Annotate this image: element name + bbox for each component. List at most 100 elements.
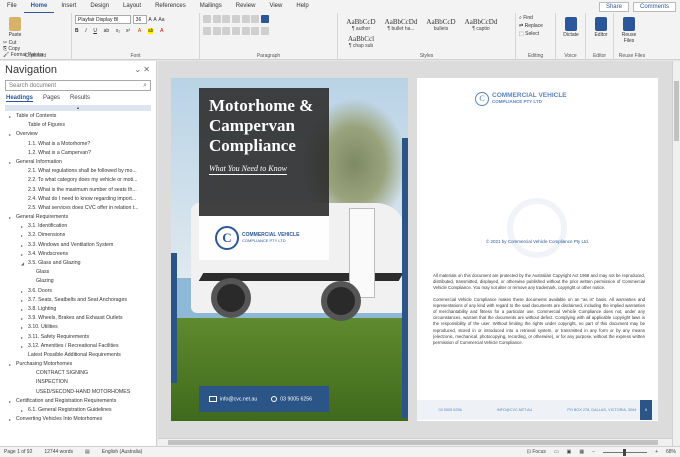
tree-item[interactable]: ▸ 3.10. Utilities: [0, 323, 156, 332]
bullets-icon[interactable]: [203, 15, 211, 23]
tree-item[interactable]: 1.1. What is a Motorhome?: [0, 140, 156, 149]
justify-icon[interactable]: [232, 27, 241, 35]
search-input[interactable]: Search document ⌕: [5, 80, 151, 91]
tree-item[interactable]: 2.4. What do I need to know regarding im…: [0, 195, 156, 204]
editor-button[interactable]: Editor: [589, 15, 613, 38]
decrease-indent-icon[interactable]: [232, 15, 241, 23]
tree-item[interactable]: 2.2. To what category does my vehicle or…: [0, 176, 156, 185]
show-marks-icon[interactable]: [261, 15, 270, 23]
menu-tab-file[interactable]: File: [0, 0, 24, 13]
tree-item[interactable]: ▸ 3.11. Safety Requirements: [0, 333, 156, 342]
style-item[interactable]: AaBbCcDd ¶ bullet ha...: [381, 18, 421, 32]
zoom-level[interactable]: 68%: [666, 449, 676, 455]
tree-item[interactable]: CONTRACT SIGNING: [0, 369, 156, 378]
word-count[interactable]: 12744 words: [44, 449, 73, 455]
tree-item[interactable]: Table of Figures: [0, 121, 156, 130]
tree-item[interactable]: Glass: [0, 268, 156, 277]
menu-tab-help[interactable]: Help: [289, 0, 315, 13]
style-item[interactable]: AaBbCcl ¶ chap sub: [341, 35, 381, 49]
zoom-knob[interactable]: [623, 448, 627, 456]
expand-arrow-icon[interactable]: ▸: [9, 415, 11, 424]
reuse-files-button[interactable]: Reuse Files: [617, 15, 641, 44]
zoom-out-icon[interactable]: −: [592, 449, 595, 455]
tree-item[interactable]: 2.5. What services does CVC offer in rel…: [0, 204, 156, 213]
menu-tab-view[interactable]: View: [262, 0, 289, 13]
menu-tab-layout[interactable]: Layout: [116, 0, 148, 13]
strikethrough-icon[interactable]: ab: [104, 28, 110, 34]
menu-tab-review[interactable]: Review: [229, 0, 263, 13]
tree-item[interactable]: ▸ 3.6. Doors: [0, 287, 156, 296]
page-count[interactable]: Page 1 of 92: [4, 449, 32, 455]
tree-item[interactable]: USED/SECOND-HAND MOTORHOMES: [0, 388, 156, 397]
align-left-icon[interactable]: [203, 27, 211, 35]
expand-arrow-icon[interactable]: ▸: [9, 158, 11, 167]
tree-item[interactable]: ▸ Table of Contents: [0, 112, 156, 121]
tree-item[interactable]: ▸ 3.4. Windscreens: [0, 250, 156, 259]
expand-arrow-icon[interactable]: ▸: [21, 222, 23, 231]
expand-arrow-icon[interactable]: ▸: [21, 333, 23, 342]
expand-arrow-icon[interactable]: ▸: [21, 406, 23, 415]
text-effects-icon[interactable]: A: [138, 28, 141, 34]
tree-item[interactable]: ▸ 6.1. General Registration Guidelines: [0, 406, 156, 415]
font-name-select[interactable]: Playfair Display Bl: [75, 15, 131, 24]
subscript-icon[interactable]: x₂: [116, 28, 120, 34]
tree-item[interactable]: 1.2. What is a Campervan?: [0, 149, 156, 158]
horizontal-scrollbar[interactable]: [158, 438, 672, 446]
expand-arrow-icon[interactable]: ▸: [9, 213, 11, 222]
expand-arrow-icon[interactable]: ▸: [21, 342, 23, 351]
grow-font-icon[interactable]: A: [148, 17, 151, 23]
vertical-scrollbar[interactable]: [672, 61, 680, 446]
tree-item[interactable]: INSPECTION: [0, 378, 156, 387]
menu-tab-mailings[interactable]: Mailings: [193, 0, 229, 13]
tree-item[interactable]: ▸ General Information: [0, 158, 156, 167]
tree-item[interactable]: ◢ 3.5. Glass and Glazing: [0, 259, 156, 268]
increase-indent-icon[interactable]: [241, 15, 250, 23]
expand-arrow-icon[interactable]: ▸: [9, 130, 11, 139]
menu-tab-design[interactable]: Design: [83, 0, 116, 13]
nav-tab-headings[interactable]: Headings: [6, 95, 34, 102]
menu-tab-home[interactable]: Home: [23, 0, 55, 13]
tree-item[interactable]: ▸ 3.3. Windows and Ventilation System: [0, 241, 156, 250]
align-center-icon[interactable]: [212, 27, 221, 35]
tree-item[interactable]: ▸ General Requirements: [0, 213, 156, 222]
share-button[interactable]: Share: [598, 1, 629, 12]
tree-item[interactable]: ▸ Overview: [0, 130, 156, 139]
italic-icon[interactable]: I: [85, 28, 86, 34]
expand-arrow-icon[interactable]: ◢: [21, 259, 24, 268]
web-layout-icon[interactable]: ▦: [579, 449, 584, 455]
underline-icon[interactable]: U: [93, 28, 97, 34]
nav-tab-pages[interactable]: Pages: [43, 95, 60, 102]
shrink-font-icon[interactable]: A: [153, 17, 156, 23]
dictate-button[interactable]: Dictate: [559, 15, 583, 38]
tree-item[interactable]: ▸ 3.1. Identification: [0, 222, 156, 231]
expand-arrow-icon[interactable]: ▸: [9, 360, 11, 369]
proofing-icon[interactable]: ▤: [85, 449, 90, 455]
style-item[interactable]: AaBbCcD bullets: [421, 18, 461, 32]
find-button[interactable]: ⌕ Find: [519, 15, 552, 21]
multilevel-list-icon[interactable]: [222, 15, 231, 23]
select-button[interactable]: ⬚ Select: [519, 31, 552, 37]
tree-item[interactable]: ▸ Purchasing Motorhomes: [0, 360, 156, 369]
tree-item[interactable]: ▸ Converting Vehicles Into Motorhomes: [0, 415, 156, 424]
borders-icon[interactable]: [261, 27, 270, 35]
tree-item[interactable]: ▸ 3.8. Lighting: [0, 305, 156, 314]
line-spacing-icon[interactable]: [241, 27, 250, 35]
expand-arrow-icon[interactable]: ▸: [9, 112, 11, 121]
focus-button[interactable]: ⊡ Focus: [527, 449, 546, 455]
expand-arrow-icon[interactable]: ▸: [21, 231, 23, 240]
superscript-icon[interactable]: x²: [126, 28, 130, 34]
expand-arrow-icon[interactable]: ▸: [21, 305, 23, 314]
expand-arrow-icon[interactable]: ▸: [21, 250, 23, 259]
document-canvas[interactable]: Motorhome & Campervan Compliance What Yo…: [158, 61, 680, 446]
font-color-icon[interactable]: A: [160, 28, 163, 34]
expand-arrow-icon[interactable]: ▸: [21, 296, 23, 305]
cover-title-box[interactable]: Motorhome & Campervan Compliance What Yo…: [199, 88, 329, 216]
bold-icon[interactable]: B: [75, 28, 79, 34]
tree-item[interactable]: ▸ 3.9. Wheels, Brakes and Exhaust Outlets: [0, 314, 156, 323]
expand-arrow-icon[interactable]: ▸: [21, 241, 23, 250]
tree-item[interactable]: Glazing: [0, 277, 156, 286]
close-icon[interactable]: ⌄ ✕: [134, 65, 150, 74]
read-mode-icon[interactable]: ▭: [554, 449, 559, 455]
tree-item[interactable]: 2.1. What regulations shall be followed …: [0, 167, 156, 176]
change-case-icon[interactable]: Aa: [158, 17, 164, 23]
